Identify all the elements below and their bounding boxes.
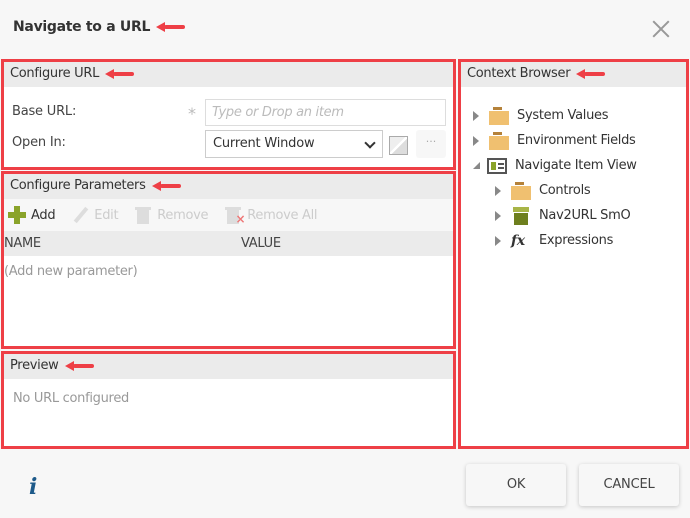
remove-button[interactable]: Remove (134, 206, 209, 224)
dialog-title: Navigate to a URL (13, 19, 186, 35)
open-in-label: Open In: (12, 135, 66, 150)
edit-label: Edit (94, 207, 119, 223)
expand-icon[interactable] (473, 110, 479, 121)
expand-icon[interactable] (473, 135, 479, 146)
smartobject-icon (511, 206, 531, 226)
heading-text: Configure URL (10, 66, 100, 81)
base-url-input[interactable]: Type or Drop an item (205, 99, 446, 126)
chevron-down-icon (364, 137, 376, 149)
context-tree: System Values Environment Fields Navigat… (461, 87, 686, 253)
annotation-arrow (576, 68, 606, 79)
base-url-label: Base URL: (12, 104, 77, 119)
more-button[interactable]: ··· (416, 130, 446, 158)
open-in-value: Current Window (213, 136, 315, 151)
pencil-icon (71, 206, 89, 224)
tree-item-label: Navigate Item View (515, 158, 637, 173)
trash-icon (134, 206, 152, 224)
dialog-title-text: Navigate to a URL (13, 19, 151, 35)
ok-button[interactable]: OK (466, 464, 566, 506)
add-new-parameter-row[interactable]: (Add new parameter) (4, 256, 453, 279)
tree-item-nav2url-smo[interactable]: Nav2URL SmO (461, 203, 686, 228)
edit-expression-icon[interactable] (389, 136, 408, 155)
remove-all-label: Remove All (247, 207, 318, 223)
add-label: Add (31, 207, 56, 223)
collapse-icon[interactable] (473, 162, 480, 169)
tree-item-label: System Values (517, 108, 609, 123)
add-button[interactable]: Add (8, 206, 56, 224)
tree-item-label: Environment Fields (517, 133, 636, 148)
edit-button[interactable]: Edit (71, 206, 118, 224)
close-icon[interactable] (652, 20, 670, 38)
tree-item-label: Nav2URL SmO (539, 208, 631, 223)
heading-text: Preview (10, 358, 59, 373)
trash-x-icon: × (224, 206, 246, 226)
annotation-arrow (64, 360, 95, 371)
configure-parameters-heading: Configure Parameters (4, 174, 453, 199)
fx-icon: fx (511, 232, 525, 249)
expand-icon[interactable] (495, 235, 501, 246)
context-browser-panel: Context Browser System Values Environmen… (458, 59, 689, 449)
cancel-button[interactable]: CANCEL (579, 464, 679, 506)
tree-item-label: Expressions (539, 233, 614, 248)
open-in-select[interactable]: Current Window (205, 130, 383, 158)
folder-icon (511, 181, 531, 200)
configure-parameters-panel: Configure Parameters Add Edit Remove × Re… (1, 171, 456, 349)
parameters-grid-header: NAME VALUE (4, 231, 453, 256)
expand-icon[interactable] (495, 185, 501, 196)
remove-label: Remove (157, 207, 209, 223)
parameters-toolbar: Add Edit Remove × Remove All (4, 199, 453, 231)
plus-icon (8, 206, 26, 224)
tree-item-environment-fields[interactable]: Environment Fields (461, 128, 686, 153)
tree-item-controls[interactable]: Controls (461, 178, 686, 203)
tree-item-system-values[interactable]: System Values (461, 103, 686, 128)
preview-panel: Preview No URL configured (1, 351, 456, 449)
info-icon[interactable]: i (29, 474, 37, 500)
folder-icon (489, 131, 509, 150)
preview-heading: Preview (4, 354, 453, 379)
configure-url-heading: Configure URL (4, 62, 453, 87)
heading-text: Configure Parameters (10, 178, 146, 193)
expand-icon[interactable] (495, 210, 501, 221)
annotation-arrow (156, 22, 186, 32)
folder-icon (489, 106, 509, 125)
remove-all-button[interactable]: × Remove All (224, 206, 318, 226)
column-header-value[interactable]: VALUE (241, 231, 281, 256)
tree-item-navigate-item-view[interactable]: Navigate Item View (461, 153, 686, 178)
required-icon: * (188, 104, 196, 123)
heading-text: Context Browser (467, 66, 571, 81)
tree-item-expressions[interactable]: fx Expressions (461, 228, 686, 253)
view-icon (487, 157, 507, 174)
annotation-arrow (105, 68, 135, 79)
context-browser-heading: Context Browser (461, 62, 686, 87)
configure-url-panel: Configure URL Base URL: * Type or Drop a… (1, 59, 456, 170)
annotation-arrow (151, 180, 182, 191)
column-header-name[interactable]: NAME (4, 231, 41, 256)
preview-text: No URL configured (13, 391, 129, 406)
tree-item-label: Controls (539, 183, 591, 198)
